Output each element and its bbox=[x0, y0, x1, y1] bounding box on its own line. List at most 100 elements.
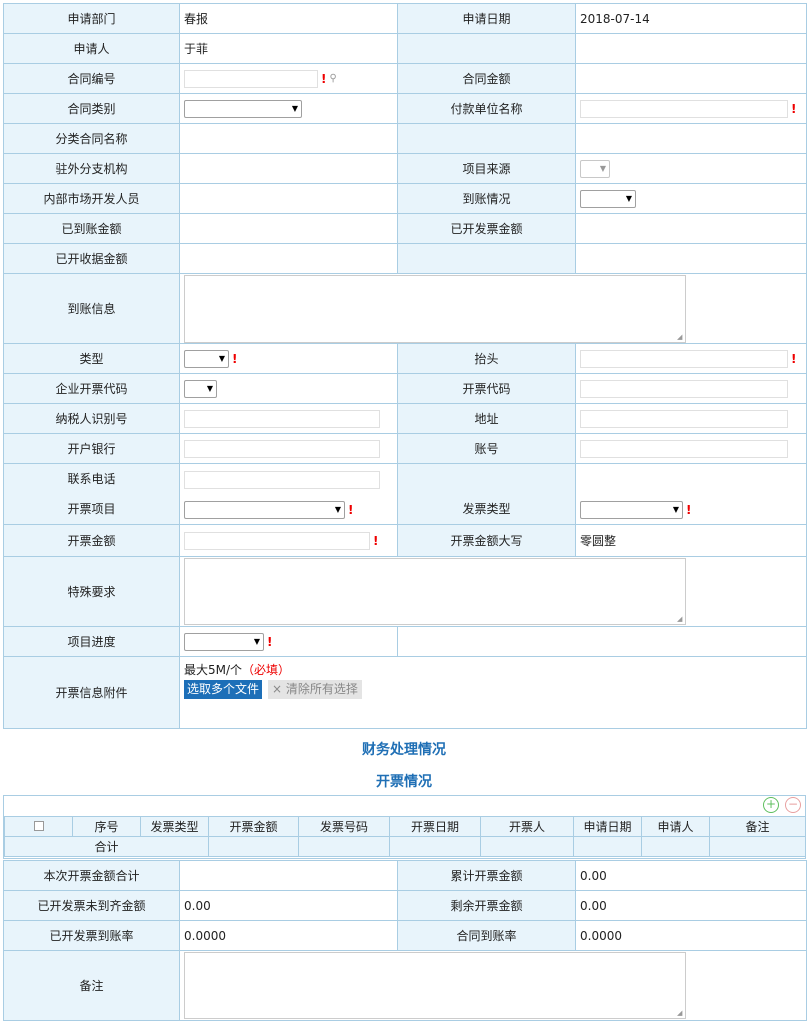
applicant-label: 申请人 bbox=[3, 33, 180, 64]
applicant-value: 于菲 bbox=[179, 33, 398, 64]
empty-cell bbox=[397, 123, 576, 154]
this-total-label: 本次开票金额合计 bbox=[3, 860, 180, 891]
empty-cell bbox=[575, 243, 807, 274]
type-select[interactable]: ▼ bbox=[184, 349, 229, 368]
resize-grip-icon[interactable]: ◢ bbox=[677, 1010, 684, 1017]
cum-total-label: 累计开票金额 bbox=[397, 860, 576, 891]
total-cell bbox=[641, 836, 710, 857]
header-label: 抬头 bbox=[397, 343, 576, 374]
unpaid-label: 已开发票未到齐金额 bbox=[3, 890, 180, 921]
contract-type-select[interactable]: ▼ bbox=[184, 99, 302, 118]
resize-grip-icon[interactable]: ◢ bbox=[677, 333, 684, 341]
total-cell bbox=[480, 836, 574, 857]
invoiced-amount-label: 已开发票金额 bbox=[397, 213, 576, 244]
attach-label: 开票信息附件 bbox=[3, 656, 180, 729]
special-label: 特殊要求 bbox=[3, 556, 180, 627]
account-input[interactable] bbox=[580, 439, 788, 458]
arrival-status-select[interactable]: ▼ bbox=[580, 189, 636, 208]
column-header[interactable]: 序号 bbox=[72, 816, 141, 837]
contract-no-input[interactable] bbox=[184, 69, 318, 88]
required-icon: ! bbox=[348, 502, 354, 517]
required-icon: ! bbox=[267, 634, 273, 649]
date-value: 2018-07-14 bbox=[575, 3, 807, 34]
contract-type-label: 合同类别 bbox=[3, 93, 180, 124]
search-icon[interactable]: ⚲ bbox=[329, 73, 336, 84]
column-header[interactable]: 申请日期 bbox=[573, 816, 642, 837]
upload-files-button[interactable]: 选取多个文件 bbox=[184, 680, 263, 699]
column-header[interactable]: 发票号码 bbox=[298, 816, 390, 837]
clear-selection-button[interactable]: × 清除所有选择 bbox=[268, 680, 362, 699]
dropdown-arrow-icon: ▼ bbox=[253, 636, 260, 646]
phone-label: 联系电话 bbox=[67, 472, 116, 486]
remark-label: 备注 bbox=[3, 950, 180, 1021]
header-input[interactable] bbox=[580, 349, 788, 368]
required-icon: ! bbox=[791, 101, 797, 116]
contract-rate-value: 0.0000 bbox=[575, 920, 807, 951]
column-header[interactable]: 发票类型 bbox=[140, 816, 209, 837]
agent-select[interactable]: ▼ bbox=[184, 379, 217, 398]
invoiced-amount-value bbox=[575, 213, 807, 244]
arrival-info-textarea[interactable]: ◢ bbox=[184, 274, 686, 343]
receipt-amount-value bbox=[179, 243, 398, 274]
minus-circle-icon[interactable]: − bbox=[785, 797, 801, 813]
progress-select[interactable]: ▼ bbox=[184, 632, 264, 651]
empty-cell bbox=[575, 33, 807, 64]
category-name-value bbox=[179, 123, 398, 154]
dept-label: 申请部门 bbox=[3, 3, 180, 34]
column-header[interactable]: 开票人 bbox=[480, 816, 574, 837]
empty-cell bbox=[575, 123, 807, 154]
grid-header-row: 序号 发票类型 开票金额 发票号码 开票日期 开票人 申请日期 申请人 备注 bbox=[4, 816, 806, 837]
taxpayer-input[interactable] bbox=[184, 409, 380, 428]
grid-toolbar: + − bbox=[4, 796, 805, 816]
address-input[interactable] bbox=[580, 409, 788, 428]
contract-amount-value bbox=[575, 63, 807, 94]
dept-value: 春报 bbox=[179, 3, 398, 34]
project-source-select[interactable]: ▼ bbox=[580, 159, 610, 178]
select-all-checkbox[interactable] bbox=[33, 820, 44, 831]
remain-value: 0.00 bbox=[575, 890, 807, 921]
attach-hint: 最大5M/个 bbox=[184, 663, 243, 677]
remain-label: 剩余开票金额 bbox=[397, 890, 576, 921]
total-cell bbox=[573, 836, 642, 857]
dropdown-arrow-icon: ▼ bbox=[672, 504, 679, 514]
agent-code-label: 开票代码 bbox=[397, 373, 576, 404]
phone-input[interactable] bbox=[184, 470, 380, 489]
special-textarea[interactable]: ◢ bbox=[184, 558, 686, 625]
project-source-label: 项目来源 bbox=[397, 153, 576, 184]
grid-total-row: 合计 bbox=[4, 836, 806, 857]
arrival-info-label: 到账信息 bbox=[3, 273, 180, 344]
column-header[interactable]: 备注 bbox=[709, 816, 806, 837]
column-header[interactable]: 开票金额 bbox=[208, 816, 299, 837]
invoice-section-title: 开票情况 bbox=[376, 774, 432, 790]
invoice-item-select[interactable]: ▼ bbox=[184, 500, 345, 519]
remark-textarea[interactable]: ◢ bbox=[184, 952, 686, 1019]
empty-cell bbox=[397, 33, 576, 64]
dropdown-arrow-icon: ▼ bbox=[625, 193, 632, 203]
market-dev-label: 内部市场开发人员 bbox=[3, 183, 180, 214]
plus-circle-icon[interactable]: + bbox=[763, 797, 779, 813]
rate-value: 0.0000 bbox=[179, 920, 398, 951]
resize-grip-icon[interactable]: ◢ bbox=[677, 616, 684, 623]
empty-cell bbox=[397, 626, 807, 657]
payer-input[interactable] bbox=[580, 99, 788, 118]
agent-code-input[interactable] bbox=[580, 379, 788, 398]
this-total-value bbox=[179, 860, 398, 891]
invoice-type-select[interactable]: ▼ bbox=[580, 500, 683, 519]
bank-input[interactable] bbox=[184, 439, 380, 458]
amount-upper-label: 开票金额大写 bbox=[397, 524, 576, 557]
select-all-cell[interactable] bbox=[4, 816, 73, 837]
column-header[interactable]: 开票日期 bbox=[389, 816, 481, 837]
type-label: 类型 bbox=[3, 343, 180, 374]
unpaid-value: 0.00 bbox=[179, 890, 398, 921]
invoice-amount-label: 开票金额 bbox=[3, 524, 180, 557]
column-header[interactable]: 申请人 bbox=[641, 816, 710, 837]
invoice-amount-input[interactable] bbox=[184, 531, 370, 550]
amount-upper-value: 零圆整 bbox=[575, 524, 807, 557]
cum-total-value: 0.00 bbox=[575, 860, 807, 891]
total-cell bbox=[709, 836, 806, 857]
required-icon: ! bbox=[321, 71, 327, 86]
invoice-item-label: 开票项目 bbox=[67, 502, 116, 516]
attach-required-text: （必填） bbox=[242, 663, 291, 677]
dropdown-arrow-icon: ▼ bbox=[206, 383, 213, 393]
category-name-label: 分类合同名称 bbox=[3, 123, 180, 154]
